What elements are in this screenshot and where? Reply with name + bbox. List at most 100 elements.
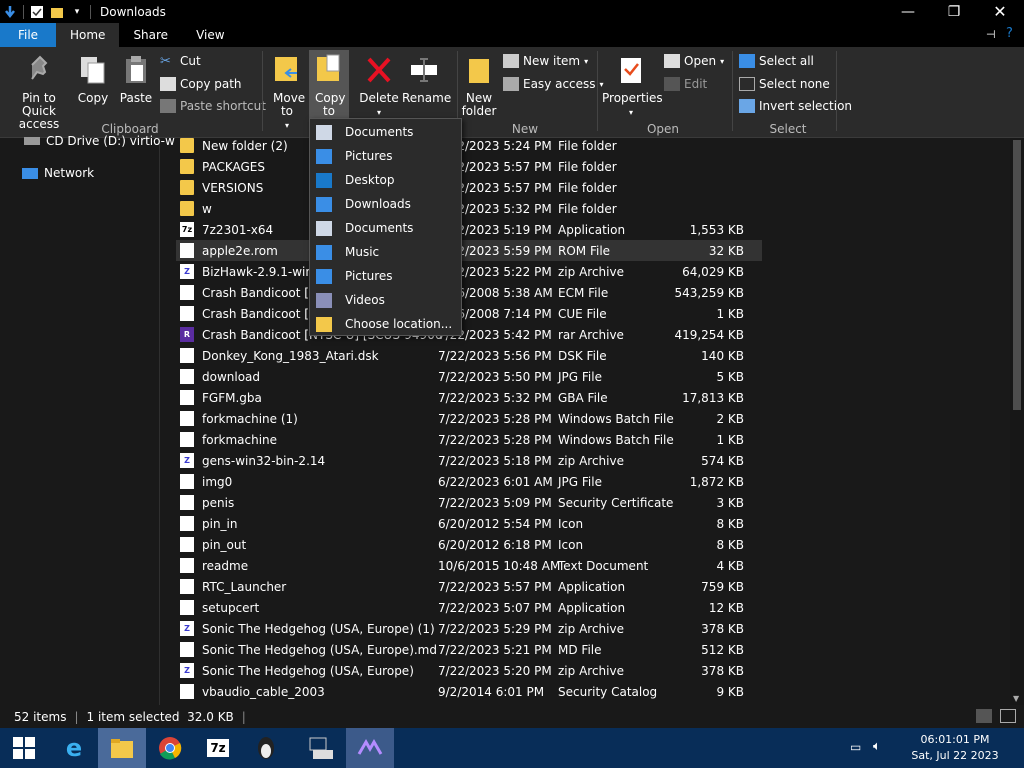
open-button[interactable]: Open ▾: [664, 51, 724, 71]
vertical-scrollbar[interactable]: ▼: [1010, 138, 1024, 705]
customize-quick-access-icon[interactable]: ▾: [67, 2, 87, 22]
copy-to-button[interactable]: Copy to ▾: [309, 50, 349, 130]
copy-to-menu-label: Documents: [345, 221, 414, 235]
7zip-taskbar-button[interactable]: 7z: [194, 728, 242, 768]
chrome-taskbar-button[interactable]: [146, 728, 194, 768]
help-icon[interactable]: ?: [1006, 26, 1013, 41]
scroll-down-icon[interactable]: ▼: [1013, 694, 1019, 703]
file-row[interactable]: forkmachine 7/22/2023 5:28 PM Windows Batc…: [176, 429, 762, 450]
paste-shortcut-button[interactable]: Paste shortcut: [160, 96, 266, 116]
rename-button[interactable]: Rename: [402, 55, 451, 105]
copy-to-menu-item[interactable]: Videos: [310, 288, 461, 312]
file-size: 4 KB: [716, 558, 744, 573]
select-none-button[interactable]: Select none: [739, 74, 830, 94]
file-row[interactable]: Sonic The Hedgehog (USA, Europe).md 7/22/…: [176, 639, 762, 660]
volume-tray-icon[interactable]: 🔈︎: [873, 739, 881, 754]
file-date: 7/22/2023 5:18 PM: [438, 453, 552, 468]
new-folder-button[interactable]: New folder: [460, 55, 498, 118]
file-row[interactable]: setupcert 7/22/2023 5:07 PM Application 12 …: [176, 597, 762, 618]
file-row[interactable]: FGFM.gba 7/22/2023 5:32 PM GBA File 17,813 …: [176, 387, 762, 408]
pin-to-quick-access-button[interactable]: Pin to Quick access: [6, 55, 72, 131]
file-size: 1,872 KB: [689, 474, 744, 489]
copy-to-menu-item[interactable]: Choose location...: [310, 312, 461, 336]
file-row[interactable]: pin_in 6/20/2012 5:54 PM Icon 8 KB: [176, 513, 762, 534]
select-all-button[interactable]: Select all: [739, 51, 814, 71]
file-size: 574 KB: [701, 453, 744, 468]
easy-access-button[interactable]: Easy access ▾: [503, 74, 604, 94]
file-type: Security Catalog: [558, 684, 658, 699]
file-row[interactable]: Z Sonic The Hedgehog (USA, Europe) 7/22/20…: [176, 660, 762, 681]
clock[interactable]: 06:01:01 PM Sat, Jul 22 2023: [905, 732, 1005, 764]
separator: [23, 4, 24, 19]
start-button[interactable]: [0, 728, 48, 768]
copy-to-menu-item[interactable]: Pictures: [310, 144, 461, 168]
copy-to-menu-item[interactable]: Desktop: [310, 168, 461, 192]
file-row[interactable]: Z Sonic The Hedgehog (USA, Europe) (1) 7/2…: [176, 618, 762, 639]
copy-button[interactable]: Copy: [74, 55, 112, 105]
properties-button[interactable]: Properties ▾: [602, 55, 663, 119]
down-arrow-icon[interactable]: [0, 2, 20, 22]
file-row[interactable]: Z BizHawk-2.9.1-win-x6 7/22/2023 5:22 PM zi…: [176, 261, 762, 282]
file-row[interactable]: 7z 7z2301-x64 7/22/2023 5:19 PM Application…: [176, 219, 762, 240]
paste-button[interactable]: Paste: [118, 55, 154, 105]
file-row[interactable]: New folder (2) 7/22/2023 5:24 PM File fold…: [176, 138, 762, 156]
minimize-button[interactable]: —: [885, 0, 931, 23]
file-row[interactable]: Crash Bandicoot [NT 4/26/2008 5:38 AM ECM …: [176, 282, 762, 303]
file-row[interactable]: Crash Bandicoot [NT 4/26/2008 7:14 PM CUE …: [176, 303, 762, 324]
rtc-launcher-taskbar-button[interactable]: [346, 728, 394, 768]
file-row[interactable]: vbaudio_cable_2003 9/2/2014 6:01 PM Securi…: [176, 681, 762, 702]
copy-to-menu-item[interactable]: Pictures: [310, 264, 461, 288]
copy-to-menu-item[interactable]: Downloads: [310, 192, 461, 216]
file-row[interactable]: apple2e.rom 7/22/2023 5:59 PM ROM File 32 K…: [176, 240, 762, 261]
file-row[interactable]: VERSIONS 7/22/2023 5:57 PM File folder: [176, 177, 762, 198]
new-item-button[interactable]: New item ▾: [503, 51, 588, 71]
file-explorer-taskbar-button[interactable]: [98, 728, 146, 768]
internet-explorer-taskbar-button[interactable]: e: [50, 728, 98, 768]
properties-check-icon[interactable]: [27, 2, 47, 22]
file-row[interactable]: PACKAGES 7/22/2023 5:57 PM File folder: [176, 156, 762, 177]
file-size: 1 KB: [716, 306, 744, 321]
file-row[interactable]: RTC_Launcher 7/22/2023 5:57 PM Application…: [176, 576, 762, 597]
penguin-app-taskbar-button[interactable]: [242, 728, 290, 768]
copy-to-menu-item[interactable]: Documents: [310, 120, 461, 144]
tab-home[interactable]: Home: [56, 23, 120, 47]
new-item-icon: [503, 54, 519, 68]
file-row[interactable]: forkmachine (1) 7/22/2023 5:28 PM Windows …: [176, 408, 762, 429]
tab-share[interactable]: Share: [119, 23, 182, 47]
scrollbar-thumb[interactable]: [1013, 140, 1021, 410]
copy-path-button[interactable]: Copy path: [160, 74, 242, 94]
delete-button[interactable]: Delete ▾: [358, 55, 400, 119]
tab-file[interactable]: File: [0, 23, 56, 47]
pin-ribbon-icon[interactable]: ⊣: [986, 28, 996, 41]
copy-to-menu-item[interactable]: Music: [310, 240, 461, 264]
maximize-button[interactable]: ❐: [931, 0, 977, 23]
file-date: 10/6/2015 10:48 AM: [438, 558, 561, 573]
cut-button[interactable]: ✂ Cut: [160, 51, 201, 71]
details-view-icon[interactable]: [976, 709, 992, 723]
file-row[interactable]: pin_out 6/20/2012 6:18 PM Icon 8 KB: [176, 534, 762, 555]
copy-to-menu-item[interactable]: Documents: [310, 216, 461, 240]
file-type: Icon: [558, 537, 584, 552]
network-tray-icon[interactable]: ▭: [850, 740, 861, 754]
file-row[interactable]: readme 10/6/2015 10:48 AM Text Document 4 K…: [176, 555, 762, 576]
new-folder-quick-icon[interactable]: [47, 2, 67, 22]
tab-view[interactable]: View: [182, 23, 238, 47]
copy-to-menu-label: Downloads: [345, 197, 411, 211]
file-row[interactable]: img0 6/22/2023 6:01 AM JPG File 1,872 KB: [176, 471, 762, 492]
nav-item-cd-drive[interactable]: CD Drive (D:) virtio-w: [24, 134, 175, 148]
file-name: pin_in: [202, 516, 238, 531]
file-row[interactable]: w 7/22/2023 5:32 PM File folder: [176, 198, 762, 219]
file-row[interactable]: Zgens-win32-bin-2.14 7/22/2023 5:18 PM zip…: [176, 450, 762, 471]
nav-item-network[interactable]: Network: [22, 166, 94, 180]
file-row[interactable]: Donkey_Kong_1983_Atari.dsk 7/22/2023 5:56…: [176, 345, 762, 366]
file-name: setupcert: [202, 600, 260, 615]
close-button[interactable]: ✕: [977, 0, 1023, 23]
file-date: 7/22/2023 5:56 PM: [438, 348, 552, 363]
large-icons-view-icon[interactable]: [1000, 709, 1016, 723]
edit-button[interactable]: Edit: [664, 74, 707, 94]
file-row[interactable]: penis 7/22/2023 5:09 PM Security Certifica…: [176, 492, 762, 513]
network-app-taskbar-button[interactable]: [296, 728, 344, 768]
file-row[interactable]: RCrash Bandicoot [NTSC-U] [SCUS-94900]7/…: [176, 324, 762, 345]
file-row[interactable]: download 7/22/2023 5:50 PM JPG File 5 KB: [176, 366, 762, 387]
move-to-button[interactable]: Move to ▾: [268, 53, 306, 132]
